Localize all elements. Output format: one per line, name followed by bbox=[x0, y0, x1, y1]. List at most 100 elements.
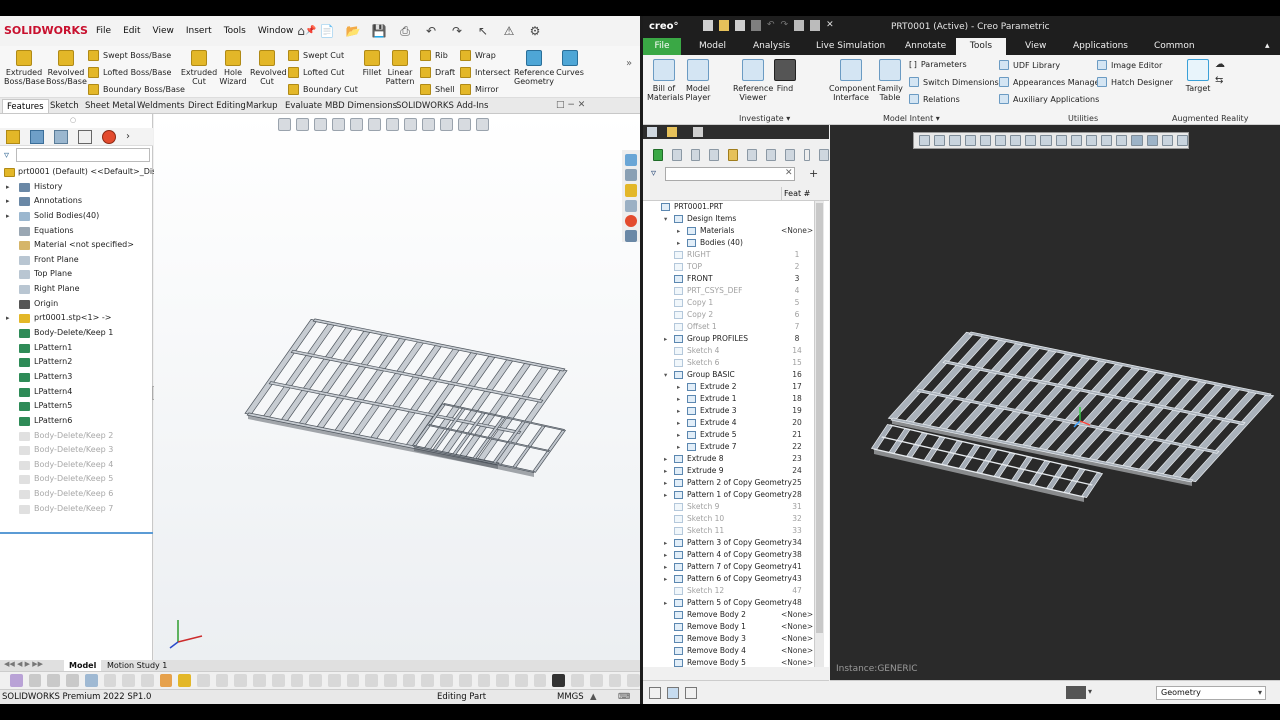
filter-vertices-icon[interactable] bbox=[28, 674, 42, 687]
tree-item[interactable]: LPattern6 bbox=[0, 414, 153, 429]
reference-geometry-button[interactable]: Reference Geometry bbox=[514, 48, 554, 86]
file-explorer-icon[interactable] bbox=[625, 184, 637, 197]
bill-of-materials-button[interactable]: Bill of Materials bbox=[647, 59, 684, 102]
expand-arrow-icon[interactable]: ▸ bbox=[677, 417, 680, 429]
home-icon[interactable]: ⌂ bbox=[292, 22, 310, 40]
expand-arrow-icon[interactable]: ▸ bbox=[677, 237, 680, 249]
tree-item[interactable]: Body-Delete/Keep 7 bbox=[0, 502, 153, 517]
expand-arrow-icon[interactable]: ▸ bbox=[677, 225, 680, 237]
tree-item[interactable]: Front Plane bbox=[0, 253, 153, 268]
model-tree-item[interactable]: ▸ Extrude 4 20 bbox=[643, 417, 829, 429]
options-icon[interactable]: ⚙ bbox=[526, 22, 544, 40]
print-icon[interactable] bbox=[751, 20, 761, 31]
tree-item[interactable]: ▸ Solid Bodies(40) bbox=[0, 209, 153, 224]
tree-item[interactable]: Body-Delete/Keep 1 bbox=[0, 326, 153, 341]
tree-more-icon[interactable] bbox=[803, 149, 811, 161]
tree-item[interactable]: Body-Delete/Keep 4 bbox=[0, 458, 153, 473]
select-icon[interactable]: ↖ bbox=[474, 22, 492, 40]
model-tree-item[interactable]: ▸ Extrude 8 23 bbox=[643, 453, 829, 465]
auxiliary-applications-button[interactable]: Auxiliary Applications bbox=[999, 94, 1099, 104]
expand-arrow-icon[interactable]: ▸ bbox=[677, 441, 680, 453]
tree-item[interactable]: Body-Delete/Keep 3 bbox=[0, 443, 153, 458]
open-icon[interactable] bbox=[719, 20, 729, 31]
revolved-boss-button[interactable]: Revolved Boss/Base bbox=[46, 48, 87, 86]
model-tree-item[interactable]: Sketch 12 47 bbox=[643, 585, 829, 597]
tree-item[interactable]: LPattern5 bbox=[0, 399, 153, 414]
undo-icon[interactable]: ↶ bbox=[767, 20, 775, 31]
expand-arrow-icon[interactable]: ▸ bbox=[664, 537, 667, 549]
expand-arrow-icon[interactable]: ▸ bbox=[677, 393, 680, 405]
model-tree-item[interactable]: ▸ Extrude 1 18 bbox=[643, 393, 829, 405]
custom-properties-icon[interactable] bbox=[625, 229, 637, 243]
tree-root[interactable]: prt0001 (Default) <<Default>_Display bbox=[0, 165, 173, 180]
expand-arrow-icon[interactable]: ▸ bbox=[6, 311, 10, 326]
tab-analysis[interactable]: Analysis bbox=[747, 38, 796, 55]
expand-arrow-icon[interactable]: ▸ bbox=[664, 561, 667, 573]
tree-item[interactable]: Material <not specified> bbox=[0, 238, 153, 253]
target-button[interactable]: Target bbox=[1183, 59, 1213, 93]
model-tree-item[interactable]: Sketch 6 15 bbox=[643, 357, 829, 369]
boundary-cut-button[interactable]: Boundary Cut bbox=[288, 84, 358, 95]
group-investigate-label[interactable]: Investigate ▾ bbox=[739, 114, 790, 123]
model-tree-item[interactable]: TOP 2 bbox=[643, 261, 829, 273]
creo-graphics-area[interactable]: Instance:GENERIC bbox=[830, 125, 1280, 680]
tab-annotate[interactable]: Annotate bbox=[899, 38, 952, 55]
tree-item[interactable]: Equations bbox=[0, 224, 153, 239]
tree-item[interactable]: ▸ History bbox=[0, 180, 153, 195]
browser-toggle-icon[interactable] bbox=[667, 686, 679, 699]
model-tree-item[interactable]: ▸ Extrude 2 17 bbox=[643, 381, 829, 393]
expand-arrow-icon[interactable]: ▸ bbox=[664, 549, 667, 561]
vertical-icon[interactable] bbox=[402, 674, 416, 687]
repair-sketch-icon[interactable] bbox=[608, 674, 622, 687]
model-tree-item[interactable]: ▸ Group PROFILES 8 bbox=[643, 333, 829, 345]
tree-expand-icon[interactable] bbox=[747, 149, 757, 161]
extruded-cut-button[interactable]: Extruded Cut bbox=[180, 48, 218, 86]
model-tree-item[interactable]: PRT0001.PRT bbox=[643, 201, 829, 213]
filter-icon[interactable]: ▿ bbox=[651, 168, 656, 179]
tab-applications[interactable]: Applications bbox=[1067, 38, 1134, 55]
move-entities-icon[interactable] bbox=[309, 674, 322, 687]
add-column-icon[interactable]: + bbox=[809, 167, 818, 180]
tab-common[interactable]: Common bbox=[1148, 38, 1201, 55]
selection-filter-select[interactable]: Geometry ▾ bbox=[1156, 686, 1266, 700]
offset-icon[interactable] bbox=[271, 674, 285, 687]
dimxpert-icon[interactable] bbox=[78, 129, 92, 144]
line-icon[interactable] bbox=[122, 674, 135, 687]
scrollbar-thumb[interactable] bbox=[816, 203, 823, 633]
switch-dimensions-button[interactable]: Switch Dimensions bbox=[909, 77, 999, 87]
model-player-button[interactable]: Model Player bbox=[683, 59, 713, 102]
hatch-designer-button[interactable]: Hatch Designer bbox=[1097, 77, 1173, 87]
tab-weldments[interactable]: Weldments bbox=[133, 99, 189, 113]
boundary-boss-button[interactable]: Boundary Boss/Base bbox=[88, 84, 185, 95]
tree-item[interactable]: Top Plane bbox=[0, 267, 153, 282]
tab-direct-editing[interactable]: Direct Editing bbox=[184, 99, 250, 113]
window-controls-icon[interactable]: □ − ✕ bbox=[556, 100, 585, 110]
display-manager-icon[interactable] bbox=[102, 129, 116, 144]
model-tree-item[interactable]: ▸ Extrude 9 24 bbox=[643, 465, 829, 477]
model-tree-item[interactable]: Remove Body 1 <None> bbox=[643, 621, 829, 633]
model-tree-item[interactable]: Sketch 4 14 bbox=[643, 345, 829, 357]
expand-arrow-icon[interactable]: ▸ bbox=[664, 465, 667, 477]
sw-graphics-area[interactable] bbox=[154, 114, 640, 660]
tab-live-simulation[interactable]: Live Simulation bbox=[810, 38, 891, 55]
tree-item[interactable]: Body-Delete/Keep 2 bbox=[0, 429, 153, 444]
filter-edges-icon[interactable] bbox=[47, 674, 61, 687]
perpendicular-icon[interactable] bbox=[496, 674, 509, 687]
tree-item[interactable]: LPattern3 bbox=[0, 370, 153, 385]
model-tree-item[interactable]: ▸ Pattern 4 of Copy Geometry 38 bbox=[643, 549, 829, 561]
selection-filter-icon[interactable] bbox=[1066, 686, 1086, 699]
expand-arrow-icon[interactable]: ▸ bbox=[664, 333, 667, 345]
sw-logo[interactable]: SOLIDWORKS bbox=[4, 24, 88, 37]
expand-arrow-icon[interactable]: ▸ bbox=[664, 453, 667, 465]
tab-model[interactable]: Model bbox=[64, 660, 102, 671]
cloud-icon[interactable]: ☁ bbox=[1215, 59, 1225, 70]
windows-icon[interactable] bbox=[810, 20, 821, 31]
wrap-button[interactable]: Wrap bbox=[460, 50, 496, 61]
expand-arrow-icon[interactable]: ▸ bbox=[664, 477, 667, 489]
model-tree-item[interactable]: ▸ Pattern 3 of Copy Geometry 34 bbox=[643, 537, 829, 549]
sw-menu-file[interactable]: File bbox=[96, 26, 111, 36]
model-tree-item[interactable]: FRONT 3 bbox=[643, 273, 829, 285]
tree-notes-icon[interactable] bbox=[819, 149, 829, 161]
chevron-down-icon[interactable]: ▾ bbox=[1088, 687, 1092, 696]
tab-tools[interactable]: Tools bbox=[956, 38, 1006, 55]
